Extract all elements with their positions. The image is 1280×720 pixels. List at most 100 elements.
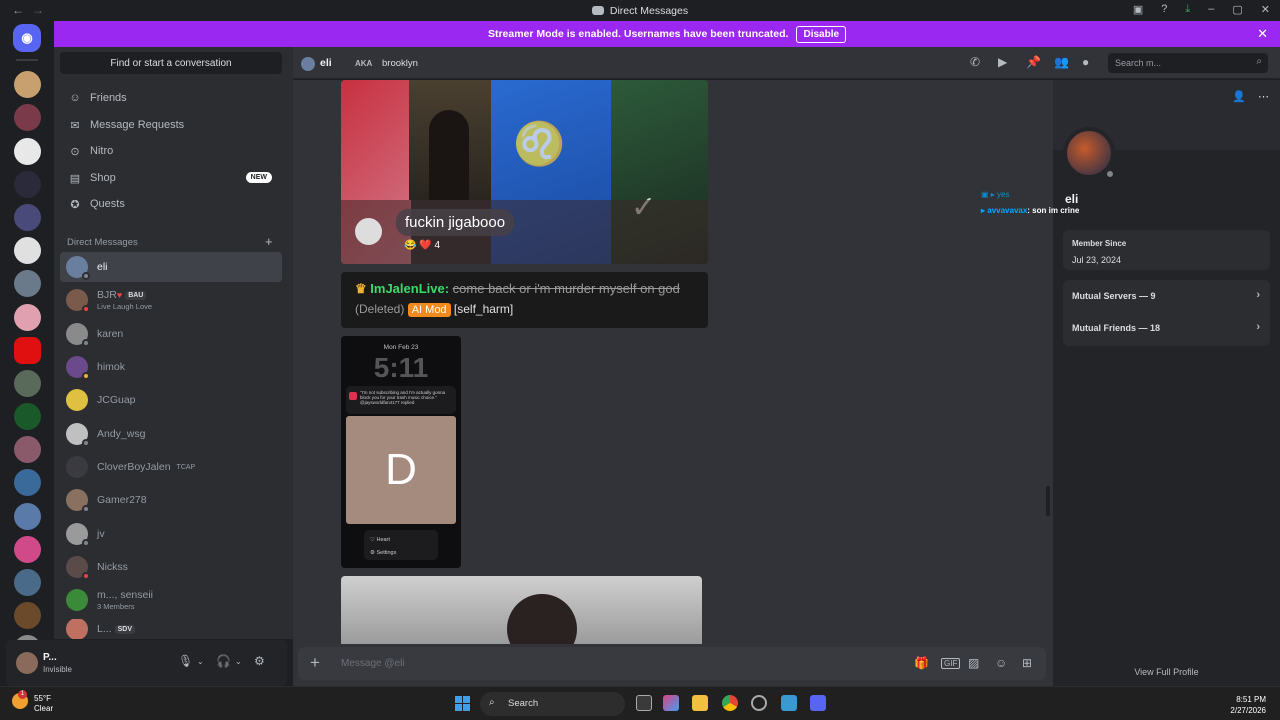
headphones-icon[interactable]: 🎧 xyxy=(216,654,231,668)
disable-button[interactable]: Disable xyxy=(796,25,847,43)
server-icon[interactable] xyxy=(13,469,41,497)
message-input[interactable]: + Message @eli 🎁 GIF ▨ ☺ ⊞ xyxy=(298,647,1046,680)
dm-item-eli[interactable]: eli xyxy=(60,252,282,282)
add-attachment-icon[interactable]: + xyxy=(310,653,320,673)
nav-nitro[interactable]: ⊙ Nitro xyxy=(60,139,282,163)
server-icon[interactable] xyxy=(13,71,41,99)
server-icon[interactable] xyxy=(13,237,41,265)
sticker-icon[interactable]: ▨ xyxy=(968,656,979,670)
image-attachment[interactable]: ♌ ✓ fuckin jigabooo 😂 ❤️ 4 xyxy=(341,80,708,264)
dm-item-himok[interactable]: himok xyxy=(60,352,282,382)
server-icon[interactable] xyxy=(13,403,41,431)
dm-name: karen xyxy=(97,328,124,340)
activity-line: ▣ ▸ yes xyxy=(981,190,1010,199)
close-window-icon[interactable]: ✕ xyxy=(1261,3,1270,16)
server-icon[interactable] xyxy=(13,303,41,331)
copilot-icon[interactable] xyxy=(663,695,679,711)
aka-name[interactable]: brooklyn xyxy=(382,58,418,69)
moderation-message: ♛ ImJalenLive: come back or i'm murder m… xyxy=(341,272,708,328)
gift-icon[interactable]: 🎁 xyxy=(914,656,929,670)
server-icon[interactable] xyxy=(13,203,41,231)
server-icon[interactable] xyxy=(13,336,41,364)
close-banner-icon[interactable]: ✕ xyxy=(1257,26,1268,42)
dm-item-nickss[interactable]: Nickss xyxy=(60,552,282,582)
download-icon[interactable]: ⤓ xyxy=(1185,3,1190,16)
find-conversation-input[interactable]: Find or start a conversation xyxy=(60,52,282,74)
settings-gear-icon[interactable]: ⚙ xyxy=(254,654,265,668)
minimize-icon[interactable]: – xyxy=(1208,3,1214,16)
mutual-servers-row[interactable]: Mutual Servers — 9 › xyxy=(1063,280,1270,312)
user-avatar[interactable] xyxy=(16,652,38,674)
weather-widget[interactable]: 55°F Clear xyxy=(34,694,53,714)
create-dm-plus-icon[interactable]: + xyxy=(265,234,273,249)
weather-condition: Clear xyxy=(34,704,54,713)
dm-item-jv[interactable]: jv xyxy=(60,519,282,549)
screenshot-attachment[interactable]: Mon Feb 23 5:11 "I'm not subscribing and… xyxy=(341,336,461,568)
system-clock[interactable]: 8:51 PM 2/27/2026 xyxy=(1230,694,1266,716)
notepad-icon[interactable] xyxy=(781,695,797,711)
nav-label: Message Requests xyxy=(90,119,185,131)
pin-icon[interactable]: 📌 xyxy=(1026,55,1041,69)
discord-home-icon[interactable]: ◉ xyxy=(13,24,41,52)
dm-item-bjr[interactable]: BJR♥ BAU Live Laugh Love xyxy=(60,285,282,315)
add-friend-icon[interactable]: 👤 xyxy=(1232,90,1246,103)
server-icon[interactable] xyxy=(13,137,41,165)
dm-item-cloverboyjalen[interactable]: CloverBoyJalen TCAP xyxy=(60,452,282,482)
gif-icon[interactable]: GIF xyxy=(941,658,961,669)
video-call-icon[interactable]: ▶ xyxy=(998,55,1007,69)
chevron-down-icon[interactable]: ⌄ xyxy=(197,657,204,666)
chevron-down-icon[interactable]: ⌄ xyxy=(235,657,242,666)
file-explorer-icon[interactable] xyxy=(692,695,708,711)
maximize-icon[interactable]: ▢ xyxy=(1232,3,1242,16)
server-icon[interactable] xyxy=(13,170,41,198)
server-icon[interactable] xyxy=(13,502,41,530)
dm-item-gamer278[interactable]: Gamer278 xyxy=(60,485,282,515)
dm-name: BJR xyxy=(97,289,117,301)
nav-quests[interactable]: ✪ Quests xyxy=(60,192,282,216)
taskbar-search[interactable]: ⌕ Search xyxy=(480,692,625,716)
windows-start-icon[interactable] xyxy=(455,696,470,711)
dm-item-andy[interactable]: Andy_wsg xyxy=(60,419,282,449)
server-icon[interactable] xyxy=(13,270,41,298)
server-icon[interactable] xyxy=(13,535,41,563)
avatar xyxy=(66,356,90,380)
nav-message-requests[interactable]: ✉ Message Requests xyxy=(60,113,282,137)
mutual-friends-row[interactable]: Mutual Friends — 18 › xyxy=(1063,312,1270,344)
app-icon[interactable] xyxy=(751,695,767,711)
help-icon[interactable]: ? xyxy=(1161,3,1167,16)
nav-shop[interactable]: ▤ Shop NEW xyxy=(60,166,282,190)
server-icon[interactable] xyxy=(13,602,41,630)
task-view-icon[interactable] xyxy=(636,695,652,711)
apps-icon[interactable]: ⊞ xyxy=(1022,656,1032,670)
dm-item-karen[interactable]: karen xyxy=(60,319,282,349)
screen-share-icon[interactable]: ▣ xyxy=(1133,3,1143,16)
weather-icon[interactable]: 1 xyxy=(12,690,28,709)
video-attachment[interactable] xyxy=(341,576,702,644)
user-profile-icon[interactable]: ● xyxy=(1082,55,1089,69)
microphone-icon[interactable]: 🎙 xyxy=(178,654,193,668)
chat-scrollbar[interactable] xyxy=(1046,486,1050,516)
nav-friends[interactable]: ☺ Friends xyxy=(60,86,282,110)
status-dot xyxy=(82,539,90,547)
discord-taskbar-icon[interactable] xyxy=(810,695,826,711)
server-icon[interactable] xyxy=(13,369,41,397)
dm-item-l[interactable]: L... SDV xyxy=(60,619,282,639)
recipient-avatar xyxy=(301,57,315,71)
status-dot xyxy=(82,305,90,313)
search-input[interactable]: Search m... ⌕ xyxy=(1108,53,1268,73)
dm-item-group[interactable]: m..., senseii 3 Members xyxy=(60,585,282,615)
server-icon[interactable] xyxy=(13,104,41,132)
view-full-profile-link[interactable]: View Full Profile xyxy=(1053,667,1280,677)
voice-call-icon[interactable]: ✆ xyxy=(970,55,980,69)
chrome-icon[interactable] xyxy=(722,695,738,711)
laughing-emoji-icon: 😂 xyxy=(404,240,417,251)
emoji-icon[interactable]: ☺ xyxy=(995,656,1007,670)
server-icon[interactable] xyxy=(13,569,41,596)
more-options-icon[interactable]: ⋯ xyxy=(1258,90,1269,103)
forward-arrow-icon[interactable]: → xyxy=(32,3,44,17)
crown-icon: ♛ xyxy=(355,281,367,296)
server-icon[interactable] xyxy=(13,436,41,464)
back-arrow-icon[interactable]: ← xyxy=(12,3,24,17)
add-friends-icon[interactable]: 👥 xyxy=(1054,55,1069,69)
dm-item-jcguap[interactable]: JCGuap xyxy=(60,385,282,415)
